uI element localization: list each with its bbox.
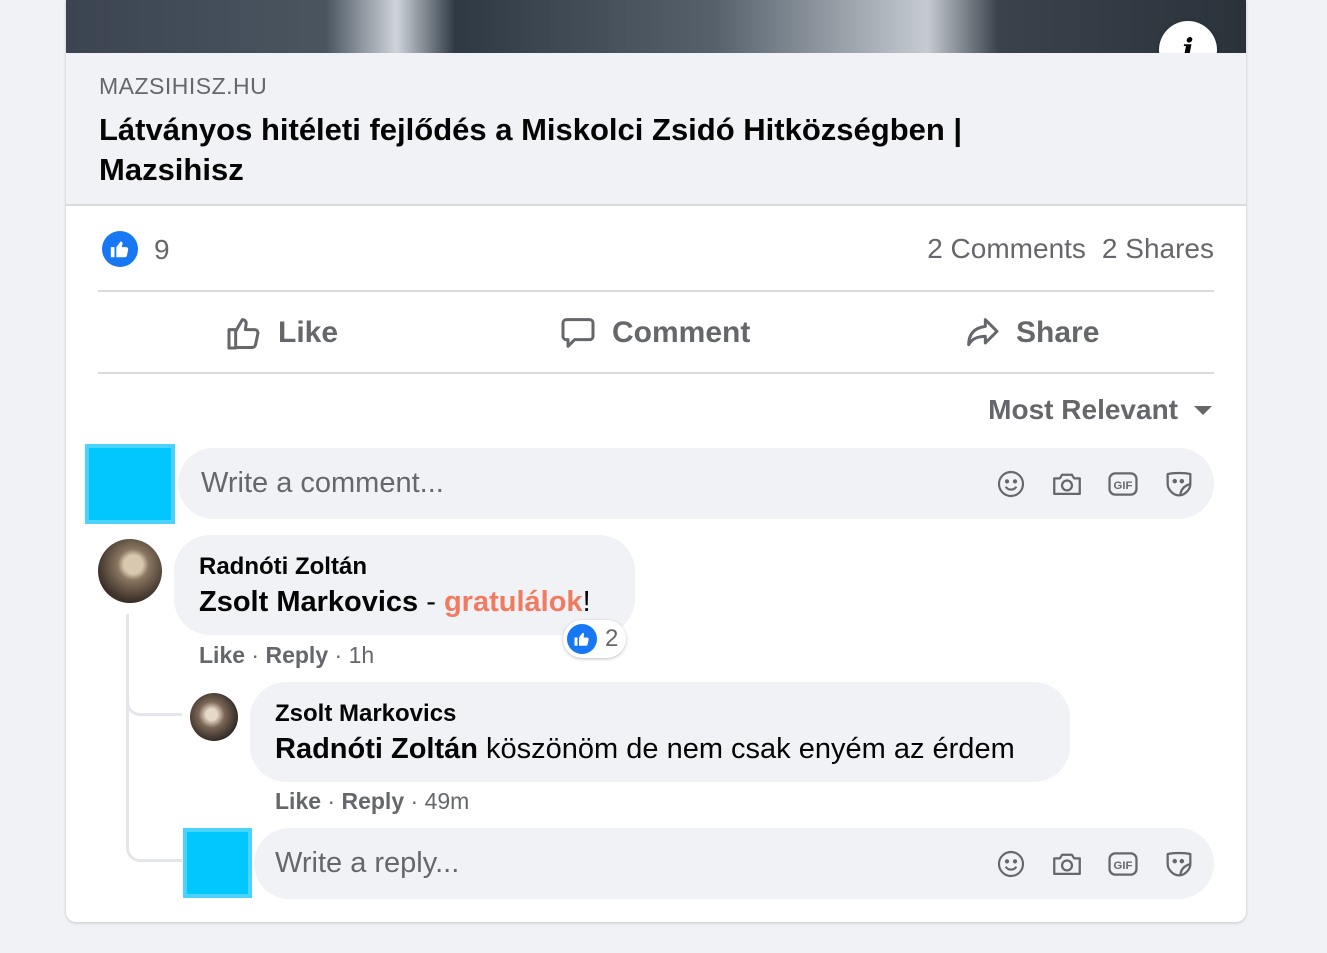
reaction-count: 2 <box>605 625 619 652</box>
like-button-label: Like <box>278 316 339 349</box>
mention-link[interactable]: Radnóti Zoltán <box>275 733 478 765</box>
link-domain: MAZSIHISZ.HU <box>99 73 268 99</box>
comment-input[interactable]: Write a comment... GIF <box>178 448 1214 519</box>
link-preview[interactable]: MAZSIHISZ.HU Látványos hitéleti fejlődés… <box>66 53 1246 206</box>
comment-bubble: Radnóti Zoltán Zsolt Markovics - gratulá… <box>174 535 635 635</box>
emoji-icon[interactable] <box>994 847 1028 881</box>
comment-time[interactable]: 1h <box>349 642 375 668</box>
comment-icon <box>561 318 595 348</box>
gif-icon[interactable]: GIF <box>1106 467 1140 501</box>
current-user-avatar[interactable] <box>183 828 252 898</box>
sticker-icon[interactable] <box>1162 847 1196 881</box>
comment-meta: Like · Reply · 49m <box>275 788 470 814</box>
comment-reply-link[interactable]: Reply <box>341 788 404 814</box>
link-title[interactable]: Látványos hitéleti fejlődés a Miskolci Z… <box>99 110 1059 190</box>
like-reaction-icon[interactable] <box>102 231 138 267</box>
share-button-label: Share <box>1016 316 1100 349</box>
comment-author[interactable]: Zsolt Markovics <box>275 700 456 728</box>
caret-down-icon <box>1194 405 1212 415</box>
svg-text:GIF: GIF <box>1114 859 1133 871</box>
link-preview-image[interactable] <box>66 0 1246 53</box>
svg-text:GIF: GIF <box>1114 479 1133 491</box>
share-button[interactable]: Share <box>962 292 1099 374</box>
comments-count[interactable]: 2 Comments <box>927 233 1086 265</box>
reply-input-placeholder: Write a reply... <box>275 847 460 879</box>
like-button[interactable]: Like <box>224 292 338 374</box>
share-icon <box>967 318 999 347</box>
comment-button-label: Comment <box>612 316 751 349</box>
current-user-avatar[interactable] <box>85 444 175 524</box>
post-card: i MAZSIHISZ.HU Látványos hitéleti fejlőd… <box>66 0 1246 922</box>
comment-reply-link[interactable]: Reply <box>265 642 328 668</box>
camera-icon[interactable] <box>1050 467 1084 501</box>
shares-count[interactable]: 2 Shares <box>1102 233 1214 265</box>
comment-author[interactable]: Radnóti Zoltán <box>199 553 367 581</box>
comment-input-placeholder: Write a comment... <box>201 467 444 499</box>
comment-button[interactable]: Comment <box>558 292 750 374</box>
gif-icon[interactable]: GIF <box>1106 847 1140 881</box>
sort-dropdown[interactable]: Most Relevant <box>988 394 1212 426</box>
avatar-radnoti-zoltan[interactable] <box>98 539 162 603</box>
reaction-stats: 9 2 Comments 2 Shares <box>98 207 1214 292</box>
sort-label: Most Relevant <box>988 394 1178 425</box>
comment-text: Radnóti Zoltán köszönöm de nem csak enyé… <box>275 733 1015 765</box>
thread-connector <box>126 700 182 862</box>
comment-like-link[interactable]: Like <box>199 642 245 668</box>
comment-time[interactable]: 49m <box>425 788 470 814</box>
comment-meta: Like · Reply · 1h <box>199 642 375 668</box>
highlighted-word: gratulálok <box>443 586 583 618</box>
comment-reaction-count[interactable]: 2 <box>563 620 627 658</box>
reply-input[interactable]: Write a reply... GIF <box>254 828 1214 899</box>
mention-link[interactable]: Zsolt Markovics <box>199 586 418 618</box>
reply-bubble: Zsolt Markovics Radnóti Zoltán köszönöm … <box>250 682 1070 782</box>
sticker-icon[interactable] <box>1162 467 1196 501</box>
comment-text: Zsolt Markovics - gratulálok! <box>199 586 591 618</box>
camera-icon[interactable] <box>1050 847 1084 881</box>
like-count[interactable]: 9 <box>154 234 170 266</box>
avatar-zsolt-markovics[interactable] <box>190 693 238 741</box>
thumbs-up-icon <box>227 318 260 350</box>
like-reaction-icon <box>567 624 597 654</box>
emoji-icon[interactable] <box>994 467 1028 501</box>
action-bar: Like Comment Share <box>98 292 1214 374</box>
comment-like-link[interactable]: Like <box>275 788 321 814</box>
